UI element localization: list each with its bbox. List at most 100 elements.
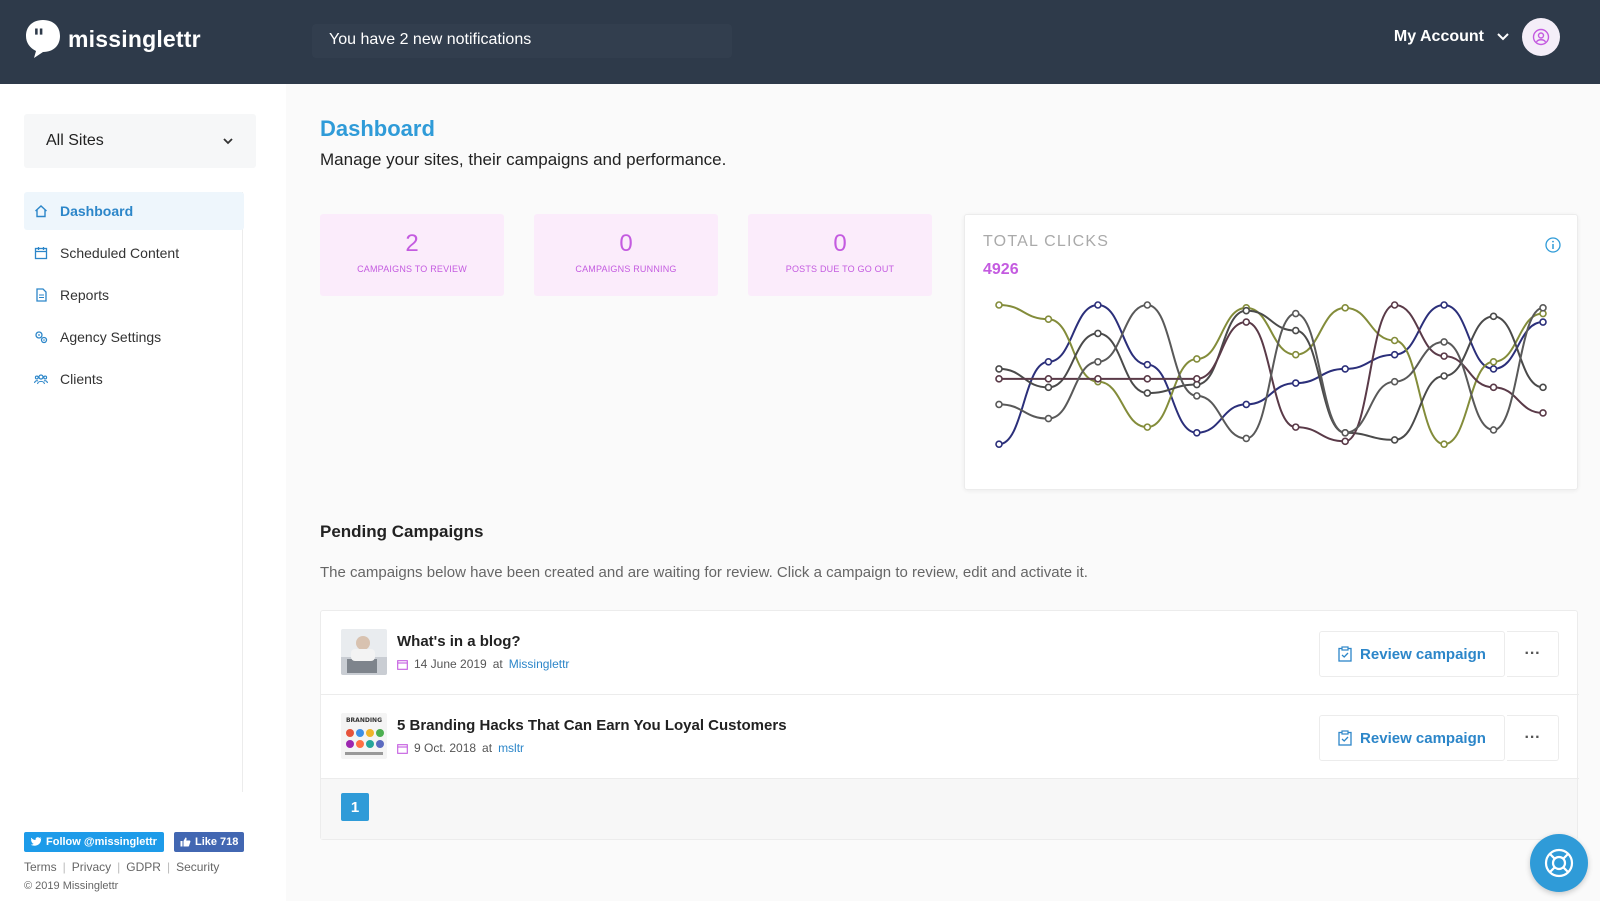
data-point-4-3[interactable] (1143, 301, 1152, 309)
page-subtitle: Manage your sites, their campaigns and p… (320, 150, 727, 169)
data-point-3-1[interactable] (1044, 375, 1053, 383)
review-campaign-label: Review campaign (1360, 729, 1486, 747)
data-point-0-5[interactable] (1242, 400, 1251, 409)
data-point-1-4[interactable] (1193, 355, 1201, 363)
data-point-1-6[interactable] (1291, 350, 1300, 359)
facebook-like-label: Like 718 (194, 836, 239, 848)
sidebar-item-dashboard[interactable]: Dashboard (24, 192, 244, 230)
data-point-0-6[interactable] (1291, 379, 1300, 387)
data-point-4-6[interactable] (1291, 309, 1300, 318)
campaign-meta: 14 June 2019 at Missinglettr (397, 657, 569, 671)
data-point-0-11[interactable] (1539, 318, 1547, 326)
data-point-0-10[interactable] (1489, 365, 1498, 373)
account-menu[interactable]: My Account (1394, 18, 1560, 56)
campaign-list: What's in a blog? 14 June 2019 at Missin… (320, 610, 1579, 840)
data-point-0-0[interactable] (995, 440, 1003, 448)
social-buttons: Follow @missinglettr Like 718 (24, 832, 245, 852)
campaign-site-link[interactable]: msltr (498, 741, 524, 755)
data-point-2-0[interactable] (995, 365, 1003, 373)
thumbs-up-icon (180, 837, 191, 847)
blog-thumbnail-image (341, 629, 387, 675)
data-point-4-7[interactable] (1341, 429, 1349, 437)
twitter-follow-button[interactable]: Follow @missinglettr (24, 832, 164, 852)
stat-campaigns-running[interactable]: 0 CAMPAIGNS RUNNING (534, 214, 718, 296)
data-point-4-1[interactable] (1044, 414, 1053, 423)
data-point-0-2[interactable] (1094, 301, 1102, 309)
stat-campaigns-to-review[interactable]: 2 CAMPAIGNS TO REVIEW (320, 214, 504, 296)
data-point-0-4[interactable] (1193, 429, 1201, 437)
data-point-0-9[interactable] (1440, 301, 1448, 309)
review-campaign-button[interactable]: Review campaign (1319, 715, 1505, 761)
brand-logo[interactable]: " missinglettr (24, 18, 201, 60)
review-campaign-button[interactable]: Review campaign (1319, 631, 1505, 677)
data-point-2-9[interactable] (1440, 372, 1448, 380)
sidebar-item-reports[interactable]: Reports (24, 276, 244, 314)
notifications-banner[interactable]: You have 2 new notifications (312, 24, 732, 58)
site-select[interactable]: All Sites (24, 114, 256, 168)
data-point-2-8[interactable] (1390, 436, 1399, 444)
help-chat-button[interactable] (1530, 834, 1588, 892)
footer-link-privacy[interactable]: Privacy (72, 860, 111, 874)
data-point-4-2[interactable] (1094, 358, 1102, 366)
data-point-4-5[interactable] (1242, 434, 1251, 443)
data-point-1-7[interactable] (1341, 304, 1349, 312)
data-point-3-0[interactable] (995, 375, 1003, 383)
footer-link-gdpr[interactable]: GDPR (126, 860, 161, 874)
data-point-3-6[interactable] (1291, 423, 1300, 431)
sidebar-item-clients[interactable]: Clients (24, 360, 244, 398)
data-point-0-1[interactable] (1044, 358, 1053, 366)
sidebar-item-scheduled-content[interactable]: Scheduled Content (24, 234, 244, 272)
data-point-3-11[interactable] (1539, 409, 1547, 417)
page-button-current[interactable]: 1 (341, 793, 369, 821)
campaign-row[interactable]: What's in a blog? 14 June 2019 at Missin… (321, 611, 1579, 695)
data-point-1-10[interactable] (1489, 358, 1498, 366)
data-point-3-5[interactable] (1242, 318, 1251, 326)
stat-posts-due[interactable]: 0 POSTS DUE TO GO OUT (748, 214, 932, 296)
data-point-0-7[interactable] (1341, 365, 1349, 373)
total-clicks-card: TOTAL CLICKS 4926 (964, 214, 1578, 490)
series-line-4 (998, 303, 1544, 440)
data-point-1-3[interactable] (1143, 423, 1152, 431)
data-point-4-11[interactable] (1539, 304, 1547, 312)
data-point-4-10[interactable] (1489, 426, 1498, 434)
data-point-2-6[interactable] (1291, 326, 1300, 335)
avatar[interactable] (1522, 18, 1560, 56)
data-point-4-0[interactable] (995, 400, 1003, 409)
data-point-3-4[interactable] (1193, 375, 1201, 383)
footer-link-security[interactable]: Security (176, 860, 219, 874)
data-point-3-2[interactable] (1094, 375, 1102, 383)
data-point-4-9[interactable] (1440, 338, 1448, 346)
data-point-1-1[interactable] (1044, 315, 1053, 323)
data-point-0-8[interactable] (1390, 350, 1399, 359)
data-point-1-9[interactable] (1440, 440, 1448, 448)
data-point-1-0[interactable] (995, 301, 1003, 309)
data-point-3-3[interactable] (1143, 375, 1152, 383)
data-point-3-10[interactable] (1489, 383, 1498, 392)
data-point-4-4[interactable] (1193, 392, 1201, 400)
campaign-row[interactable]: BRANDING 5 Branding Hacks That Can Earn … (321, 695, 1579, 779)
users-icon (34, 374, 48, 385)
data-point-2-1[interactable] (1044, 383, 1053, 392)
sidebar-item-agency-settings[interactable]: Agency Settings (24, 318, 244, 356)
more-options-button[interactable]: ··· (1507, 631, 1559, 677)
data-point-4-8[interactable] (1390, 377, 1399, 386)
data-point-2-11[interactable] (1539, 383, 1547, 392)
facebook-like-button[interactable]: Like 718 (173, 832, 245, 852)
user-icon (1532, 28, 1550, 46)
calendar-icon (397, 743, 408, 754)
data-point-2-10[interactable] (1489, 312, 1498, 321)
info-icon[interactable] (1545, 237, 1561, 253)
data-point-3-9[interactable] (1440, 352, 1448, 360)
data-point-3-8[interactable] (1390, 301, 1399, 309)
data-point-0-3[interactable] (1143, 360, 1152, 369)
stat-label: POSTS DUE TO GO OUT (785, 264, 895, 274)
review-campaign-label: Review campaign (1360, 645, 1486, 663)
data-point-2-5[interactable] (1242, 306, 1251, 315)
campaign-site-link[interactable]: Missinglettr (509, 657, 570, 671)
data-point-3-7[interactable] (1341, 437, 1349, 446)
data-point-2-3[interactable] (1143, 389, 1152, 397)
more-options-button[interactable]: ··· (1507, 715, 1559, 761)
data-point-1-8[interactable] (1390, 336, 1399, 345)
footer-link-terms[interactable]: Terms (24, 860, 57, 874)
data-point-2-2[interactable] (1094, 329, 1102, 338)
